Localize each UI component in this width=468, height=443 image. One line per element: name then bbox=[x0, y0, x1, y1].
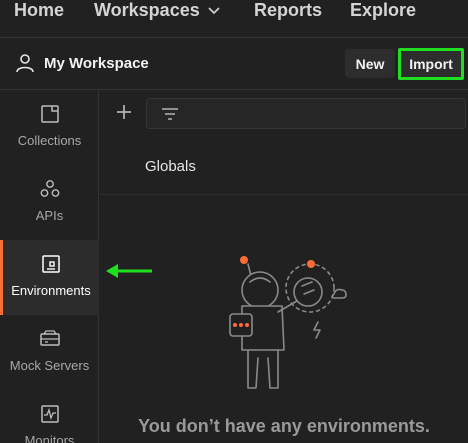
apis-icon bbox=[39, 178, 61, 200]
nav-workspaces-label: Workspaces bbox=[94, 0, 200, 20]
nav-workspaces[interactable]: Workspaces bbox=[94, 0, 220, 21]
chevron-down-icon bbox=[208, 0, 220, 20]
nav-home[interactable]: Home bbox=[14, 0, 64, 21]
globals-row[interactable]: Globals bbox=[100, 138, 468, 195]
nav-reports[interactable]: Reports bbox=[254, 0, 322, 21]
sidebar-item-mock-servers[interactable]: Mock Servers bbox=[0, 315, 99, 390]
nav-explore[interactable]: Explore bbox=[350, 0, 416, 21]
empty-state-title: You don’t have any environments. bbox=[138, 416, 430, 436]
sidebar-item-apis[interactable]: APIs bbox=[0, 165, 99, 240]
user-icon bbox=[15, 53, 35, 78]
sidebar-item-label: Environments bbox=[11, 283, 91, 298]
sidebar-item-label: Mock Servers bbox=[9, 358, 90, 373]
sidebar-item-collections[interactable]: Collections bbox=[0, 90, 99, 165]
top-navigation: Home Workspaces Reports Explore bbox=[0, 0, 468, 38]
sidebar-item-label: Collections bbox=[17, 133, 82, 148]
workspace-header: My Workspace New Import bbox=[0, 38, 468, 90]
sidebar: Collections APIs Environments Mock Serve… bbox=[0, 90, 99, 443]
add-environment-icon[interactable] bbox=[115, 103, 133, 126]
new-button[interactable]: New bbox=[345, 49, 395, 78]
workspace-title[interactable]: My Workspace bbox=[44, 55, 149, 72]
filter-icon bbox=[161, 107, 179, 126]
collections-icon bbox=[40, 103, 60, 125]
sidebar-item-environments[interactable]: Environments bbox=[0, 240, 99, 315]
app-window: Home Workspaces Reports Explore My Works… bbox=[0, 0, 468, 443]
monitors-icon bbox=[40, 403, 60, 425]
import-button[interactable]: Import bbox=[398, 48, 464, 80]
globals-label: Globals bbox=[145, 158, 196, 175]
annotation-arrow-icon bbox=[104, 262, 154, 285]
filter-input[interactable] bbox=[146, 98, 466, 129]
astronaut-illustration bbox=[218, 248, 350, 401]
sidebar-item-label: APIs bbox=[35, 208, 64, 223]
environments-icon bbox=[41, 253, 61, 275]
mock-servers-icon bbox=[39, 328, 61, 350]
sidebar-item-label: Monitors bbox=[24, 433, 75, 443]
sidebar-item-monitors[interactable]: Monitors bbox=[0, 390, 99, 443]
